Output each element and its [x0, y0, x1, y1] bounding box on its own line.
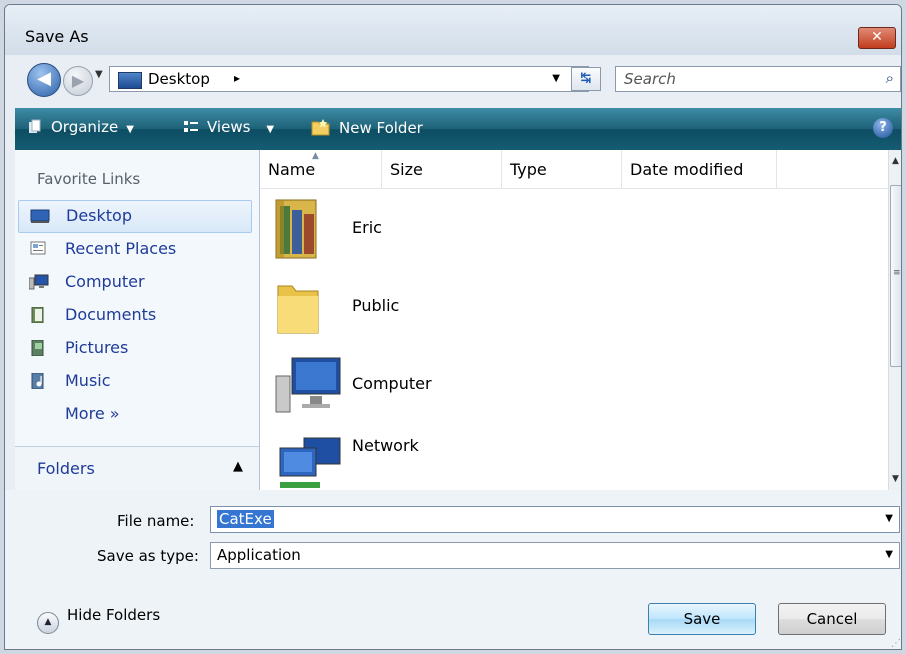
close-button[interactable]: ✕: [858, 27, 896, 49]
refresh-icon: ↹: [580, 71, 592, 86]
file-item[interactable]: Public: [260, 266, 888, 344]
command-toolbar: Organize ▼ Views ▼ New Folder ?: [15, 108, 901, 150]
column-header-type[interactable]: Type: [502, 150, 622, 188]
nav-item-label: Recent Places: [65, 239, 177, 258]
nav-item-music[interactable]: Music: [15, 365, 255, 398]
organize-button[interactable]: Organize ▼: [27, 118, 134, 136]
music-icon: [31, 373, 44, 389]
views-label: Views: [207, 118, 251, 136]
file-name-label: File name:: [117, 512, 195, 530]
desktop-icon: [118, 72, 142, 89]
save-type-dropdown-icon[interactable]: ▼: [885, 549, 893, 560]
nav-item-pictures[interactable]: Pictures: [15, 332, 255, 365]
scroll-down-icon[interactable]: ▼: [892, 474, 899, 484]
chevron-up-icon[interactable]: ▲: [233, 459, 243, 474]
organize-icon: [29, 119, 41, 133]
nav-item-label: Music: [65, 371, 111, 390]
new-folder-button[interactable]: New Folder: [311, 118, 423, 137]
network-icon: [279, 437, 341, 488]
file-name-input[interactable]: CatExe ▼: [210, 506, 900, 533]
resize-grip-icon[interactable]: ⋰: [891, 638, 901, 649]
file-item-name: Network: [352, 436, 419, 455]
views-button[interactable]: Views ▼: [183, 118, 274, 136]
address-row: ◀ ▶ ▼ Desktop ▸ ▼ ↹ Search ⌕: [5, 57, 901, 97]
new-folder-icon: [311, 119, 330, 136]
chevron-down-icon: ▼: [126, 124, 134, 135]
history-dropdown-button[interactable]: ▼: [95, 69, 103, 80]
nav-item-recent-places[interactable]: Recent Places: [15, 233, 255, 266]
nav-item-desktop[interactable]: Desktop: [18, 200, 252, 233]
folders-label: Folders: [37, 459, 95, 478]
hide-folders-button[interactable]: ▲ Hide Folders: [37, 606, 160, 634]
search-box[interactable]: Search ⌕: [615, 66, 901, 92]
nav-item-label: Computer: [65, 272, 145, 291]
favorite-links-list: Desktop Recent Places Computer Documents…: [15, 200, 255, 431]
file-item[interactable]: Network: [260, 422, 888, 500]
address-bar[interactable]: Desktop ▸ ▼: [109, 66, 589, 92]
user-folder-icon: [275, 199, 317, 259]
chevron-down-icon: ▼: [266, 124, 275, 135]
nav-item-documents[interactable]: Documents: [15, 299, 255, 332]
file-name-dropdown-icon[interactable]: ▼: [885, 513, 893, 524]
save-type-label: Save as type:: [97, 547, 199, 565]
save-button[interactable]: Save: [648, 603, 756, 635]
folder-icon: [277, 285, 319, 334]
search-icon[interactable]: ⌕: [886, 69, 894, 87]
new-folder-label: New Folder: [339, 119, 423, 137]
address-location[interactable]: Desktop: [148, 70, 210, 88]
desktop-icon: [30, 209, 50, 223]
column-header-name[interactable]: Name ▲: [260, 150, 382, 188]
search-input[interactable]: Search: [624, 70, 676, 88]
documents-icon: [31, 307, 44, 323]
file-item-name: Public: [352, 296, 400, 315]
organize-label: Organize: [51, 118, 119, 136]
pictures-icon: [31, 340, 44, 356]
nav-item-more[interactable]: More »: [15, 398, 255, 431]
nav-item-label: Desktop: [66, 206, 132, 225]
column-header-row: Name ▲ Size Type Date modified: [260, 150, 888, 189]
nav-item-label: Documents: [65, 305, 157, 324]
hide-folders-label: Hide Folders: [67, 606, 161, 624]
file-item[interactable]: Computer: [260, 344, 888, 422]
scroll-grip-icon: ≡: [893, 268, 901, 278]
save-type-select[interactable]: Application ▼: [210, 542, 900, 569]
file-list-scrollbar[interactable]: ▲ ≡ ▼: [888, 150, 901, 490]
file-name-value[interactable]: CatExe: [217, 510, 274, 528]
column-header-size[interactable]: Size: [382, 150, 502, 188]
more-link[interactable]: More »: [65, 404, 120, 423]
address-dropdown-button[interactable]: ▼: [552, 73, 560, 84]
help-icon[interactable]: ?: [873, 118, 893, 138]
file-list: Name ▲ Size Type Date modified Eric Publi…: [260, 150, 888, 490]
favorite-links-header: Favorite Links: [37, 170, 141, 188]
refresh-button[interactable]: ↹: [571, 67, 601, 91]
views-icon: [184, 121, 198, 132]
window-title: Save As: [25, 27, 89, 46]
file-item-name: Computer: [352, 374, 432, 393]
folders-section-header[interactable]: Folders ▲: [15, 446, 259, 491]
arrow-left-icon: ◀: [37, 68, 51, 89]
nav-item-label: Pictures: [65, 338, 129, 357]
forward-button[interactable]: ▶: [63, 66, 93, 96]
computer-icon: [29, 274, 49, 290]
breadcrumb-chevron-icon[interactable]: ▸: [234, 71, 240, 85]
recent-places-icon: [30, 241, 46, 255]
nav-item-computer[interactable]: Computer: [15, 266, 255, 299]
computer-icon: [275, 357, 341, 413]
sort-ascending-icon: ▲: [312, 151, 319, 161]
column-header-date-modified[interactable]: Date modified: [622, 150, 777, 188]
back-button[interactable]: ◀: [27, 63, 61, 97]
save-as-dialog: Save As ✕ ◀ ▶ ▼ Desktop ▸ ▼ ↹ Search ⌕ O…: [4, 4, 902, 650]
save-options-panel: File name: CatExe ▼ Save as type: Applic…: [5, 490, 901, 649]
navigation-pane: Favorite Links Desktop Recent Places Com…: [15, 150, 260, 491]
cancel-button[interactable]: Cancel: [778, 603, 886, 635]
chevron-up-icon: ▲: [37, 612, 59, 634]
scroll-up-icon[interactable]: ▲: [892, 156, 899, 166]
file-item[interactable]: Eric: [260, 188, 888, 266]
title-bar: Save As ✕: [5, 5, 901, 55]
arrow-right-icon: ▶: [71, 71, 85, 90]
save-type-value: Application: [217, 546, 301, 564]
file-item-name: Eric: [352, 218, 382, 237]
